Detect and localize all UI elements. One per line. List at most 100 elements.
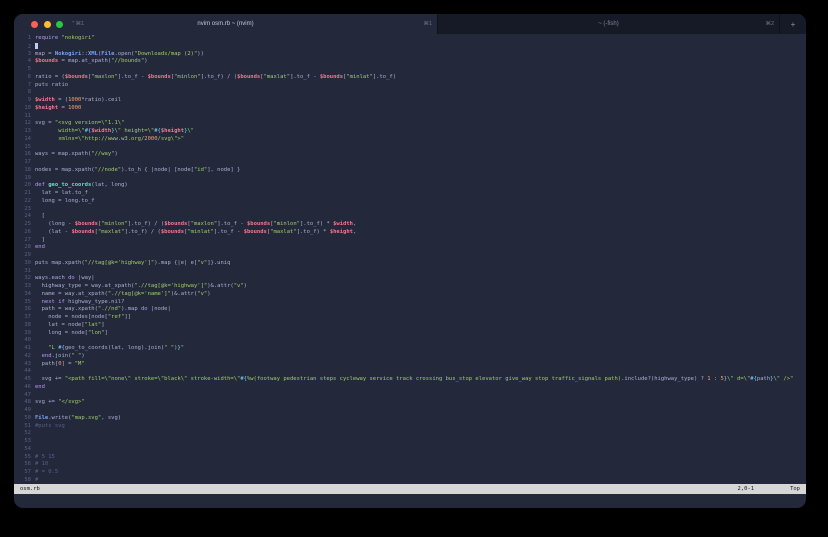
code-token: "//node" [95,167,122,173]
code-line[interactable]: 54 [14,446,806,454]
code-token: Nokogiri [55,51,82,57]
code-line[interactable]: 14 xmlns=\"http://www.w3.org/2000/svg\">… [14,136,806,144]
code-line[interactable]: 45 svg += "<path fill=\"none\" stroke=\"… [14,376,806,384]
window-shortcut-label: ⌃⌘1 [71,21,84,27]
code-token: geo_to_coords(lat, long).join( [65,345,164,351]
code-line[interactable]: 19 [14,175,806,183]
code-line[interactable]: 12svg = "<svg version=\"1.1\" [14,120,806,128]
line-number: 18 [18,167,31,175]
code-line[interactable]: 41 "L #{geo_to_coords(lat, long).join(" … [14,345,806,353]
code-token: ways = map.xpath( [35,151,91,157]
code-token: do [68,275,75,281]
code-token: )) [197,51,204,57]
line-number: 5 [18,66,31,74]
tab-fish[interactable]: ~ (-fish) ⌘2 [437,14,780,34]
code-line[interactable]: 22 long = long.to_f [14,198,806,206]
code-token: .write( [48,415,71,421]
code-token: = ( [55,97,68,103]
new-tab-button[interactable]: + [780,14,806,34]
code-token: svg = [35,120,55,126]
code-line[interactable]: 42 end.join(" ") [14,353,806,361]
code-line[interactable]: 29 [14,252,806,260]
code-line[interactable]: 13 width=\"#{$width}\" height=\"#{$heigh… [14,128,806,136]
code-line[interactable]: 49 [14,407,806,415]
code-line[interactable]: 39 long = node["lon"] [14,330,806,338]
code-line[interactable]: 6ratio = ($bounds["maxlon"].to_f - $boun… [14,74,806,82]
code-token: ].to_f) / ( [128,221,164,227]
zoom-button[interactable] [56,21,63,28]
tab-nvim[interactable]: ⌃⌘1 nvim osm.rb ~ (nvim) ⌘1 [14,14,437,34]
terminal-window: ⌃⌘1 nvim osm.rb ~ (nvim) ⌘1 ~ (-fish) ⌘2… [14,14,806,508]
code-line[interactable]: 3map = Nokogiri::XML(File.open("Download… [14,51,806,59]
close-button[interactable] [31,21,38,28]
code-line[interactable]: 23 [14,206,806,214]
code-line[interactable]: 57# = 0.5 [14,469,806,477]
code-token: "Downloads/map (2)" [134,51,197,57]
code-token: ].to_f) * [297,229,330,235]
code-token: #{ [750,376,757,382]
code-line[interactable]: 52 [14,430,806,438]
code-line[interactable]: 46end [14,384,806,392]
code-line[interactable]: 25 (long - $bounds["minlon"].to_f) / ($b… [14,221,806,229]
code-token: $width [333,221,353,227]
code-line[interactable]: 43 path[0] = "M" [14,361,806,369]
code-line[interactable]: 5 [14,66,806,74]
code-line[interactable]: 32ways.each do |way| [14,275,806,283]
minimize-button[interactable] [44,21,51,28]
code-line[interactable]: 37 node = nodes[node["ref"]] [14,314,806,322]
code-token: ].to_f) [373,74,396,80]
code-line[interactable]: 1require "nokogiri" [14,35,806,43]
code-token: #{ [58,345,65,351]
line-number: 39 [18,330,31,338]
code-line[interactable]: 50File.write("map.svg", svg) [14,415,806,423]
code-line[interactable]: 11 [14,113,806,121]
code-line[interactable]: 27 ] [14,237,806,245]
code-line[interactable]: 40 [14,337,806,345]
code-line[interactable]: 48svg += "</svg>" [14,399,806,407]
code-line[interactable]: 51#puts svg [14,423,806,431]
code-token: # [35,477,38,483]
line-number: 26 [18,229,31,237]
code-line[interactable]: 47 [14,392,806,400]
code-line[interactable]: 33 highway_type = way.at_xpath(".//tag[@… [14,283,806,291]
code-token: )&.attr( [207,283,234,289]
code-line[interactable]: 8 [14,89,806,97]
code-line[interactable]: 10$height = 1000 [14,105,806,113]
code-line[interactable]: 34 name = way.at_xpath(".//tag[@k='name'… [14,291,806,299]
code-line[interactable]: 53 [14,438,806,446]
line-number: 29 [18,252,31,260]
code-line[interactable]: 56# 10 [14,461,806,469]
code-line[interactable]: 38 lat = node["lat"] [14,322,806,330]
code-line[interactable]: 31 [14,268,806,276]
code-line[interactable]: 35 next if highway_type.nil? [14,299,806,307]
code-line[interactable]: 17 [14,159,806,167]
code-token: ] [105,330,108,336]
code-token: "v" [197,291,207,297]
code-line[interactable]: 2 [14,43,806,51]
code-line[interactable]: 9$width = (1000*ratio).ceil [14,97,806,105]
code-line[interactable]: 36 path = way.xpath(".//nd").map do |nod… [14,306,806,314]
code-line[interactable]: 55# 5 15 [14,454,806,462]
code-token: "maxlat" [98,229,125,235]
statusline-position: Top [790,486,800,492]
code-line[interactable]: 30puts map.xpath("//tag[@k='highway']").… [14,260,806,268]
code-line[interactable]: 28end [14,244,806,252]
code-line[interactable]: 44 [14,368,806,376]
code-line[interactable]: 20def geo_to_coords(lat, long) [14,182,806,190]
line-number: 42 [18,353,31,361]
code-line[interactable]: 24 [ [14,213,806,221]
code-token: #{ [240,376,247,382]
code-line[interactable]: 16ways = map.xpath("//way") [14,151,806,159]
code-token: geo_to_coords [48,182,91,188]
line-number: 54 [18,446,31,454]
code-line[interactable]: 15 [14,144,806,152]
code-line[interactable]: 7puts ratio [14,82,806,90]
code-token: long = long.to_f [35,198,95,204]
code-line[interactable]: 18nodes = map.xpath("//node").to_h { |no… [14,167,806,175]
code-line[interactable]: 26 (lat - $bounds["maxlat"].to_f) / ($bo… [14,229,806,237]
code-line[interactable]: 4$bounds = map.at_xpath("//bounds") [14,58,806,66]
code-line[interactable]: 21 lat = lat.to_f [14,190,806,198]
code-token: $width [91,128,111,134]
line-number: 3 [18,51,31,59]
code-token [35,345,48,351]
